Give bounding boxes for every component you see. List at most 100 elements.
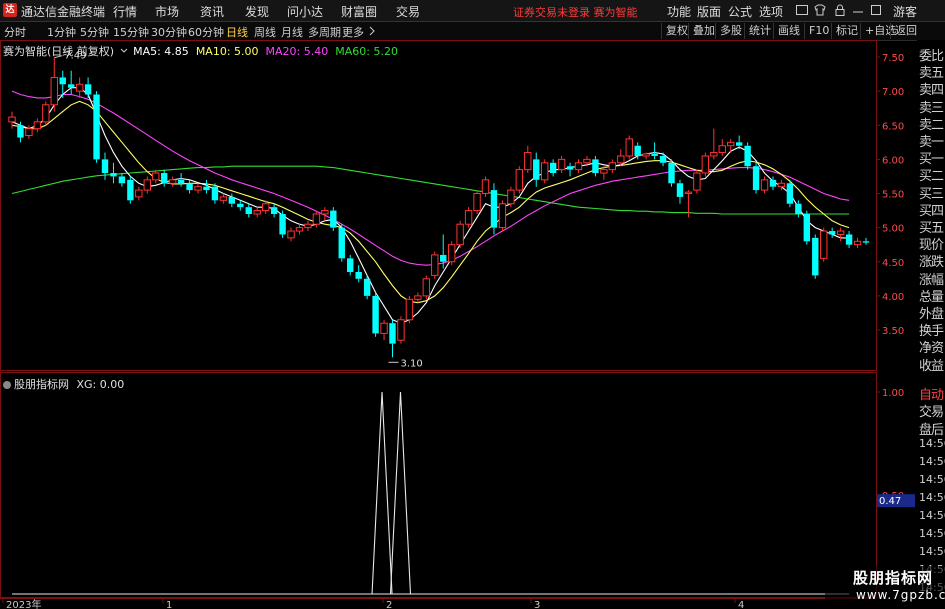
ma5-path — [11, 87, 850, 324]
skin-icon[interactable] — [813, 3, 827, 17]
candle-body — [177, 179, 185, 184]
menu-trade[interactable]: 交易 — [396, 3, 420, 20]
f10-button[interactable]: F10 — [804, 23, 833, 39]
candle — [524, 145, 532, 174]
current-value-label: 0.47 — [879, 496, 901, 507]
indicator-panel: 1.000.500.47 — [12, 388, 915, 595]
candle-body — [143, 179, 151, 191]
candle-body — [718, 145, 726, 154]
period-more[interactable]: 更多 — [342, 24, 364, 40]
menu-quotes[interactable]: 行情 — [113, 3, 137, 20]
candle-body — [422, 278, 431, 297]
trade-time: 14:56 — [919, 455, 945, 468]
menu-options[interactable]: 选项 — [759, 3, 783, 20]
window-icon[interactable] — [795, 3, 809, 17]
candle-body — [625, 138, 633, 157]
sub-tick-label: 1.00 — [882, 388, 904, 399]
quote-field-label: 买五 — [919, 221, 944, 236]
candle-body — [710, 152, 718, 157]
mark-button[interactable]: 标记 — [831, 23, 862, 39]
candle — [245, 203, 252, 218]
candle-body — [389, 323, 396, 344]
candle — [507, 186, 515, 208]
menu-wealth[interactable]: 财富圈 — [341, 3, 377, 20]
candle-body — [194, 186, 202, 191]
candle-body — [735, 142, 743, 146]
quote-field-label: 现价 — [919, 238, 944, 254]
trade-tab[interactable]: 盘后 — [919, 419, 944, 438]
candle — [744, 142, 751, 170]
candle — [380, 319, 388, 341]
time-axis: 2023年 1 2 3 4 — [2, 598, 744, 609]
period-timeshare[interactable]: 分时 — [4, 24, 26, 40]
candle — [625, 135, 633, 160]
candle — [67, 70, 75, 95]
candle — [820, 227, 828, 262]
candle-body — [25, 128, 33, 136]
candle-body — [777, 182, 786, 188]
candle-body — [693, 172, 701, 191]
lock-icon[interactable] — [833, 3, 847, 17]
maximize-icon[interactable] — [869, 3, 883, 17]
main-panel-border — [0, 40, 877, 371]
candle-body — [862, 241, 870, 243]
quote-field-label: 涨幅 — [919, 272, 944, 288]
candle-body — [261, 203, 270, 212]
price-tick-label: 6.00 — [882, 155, 904, 166]
period-15min[interactable]: 15分钟 — [113, 24, 149, 40]
period-monthly[interactable]: 月线 — [281, 24, 303, 40]
menu-market[interactable]: 市场 — [155, 3, 179, 20]
period-30min[interactable]: 30分钟 — [151, 24, 187, 40]
candle-body — [405, 298, 414, 321]
candle — [515, 166, 524, 194]
candle — [651, 142, 658, 160]
multi-stock-button[interactable]: 多股 — [715, 23, 746, 39]
menu-formula[interactable]: 公式 — [728, 3, 752, 20]
chevron-right-icon[interactable] — [368, 26, 376, 36]
menu-discover[interactable]: 发现 — [245, 3, 269, 20]
period-multi[interactable]: 多周期 — [308, 24, 341, 40]
ma20-path — [11, 90, 850, 266]
candle — [42, 101, 50, 126]
candle-body — [592, 159, 599, 174]
indicator-toggle-icon[interactable] — [3, 381, 11, 389]
candle-body — [540, 162, 549, 181]
guest-button[interactable]: 游客 — [893, 3, 917, 20]
candle — [828, 227, 836, 238]
period-5min[interactable]: 5分钟 — [80, 24, 109, 40]
candlestick-series: 7.493.10 — [8, 51, 870, 369]
candle-body — [397, 319, 405, 341]
time-tick-label: 1 — [166, 600, 172, 609]
candle — [549, 159, 557, 177]
period-60min[interactable]: 60分钟 — [188, 24, 224, 40]
menu-news[interactable]: 资讯 — [200, 3, 224, 20]
candle-body — [795, 203, 802, 214]
candle-body — [820, 230, 828, 259]
menu-function[interactable]: 功能 — [667, 3, 691, 20]
period-1min[interactable]: 1分钟 — [47, 24, 76, 40]
candle — [845, 231, 853, 249]
trade-tab[interactable]: 交易 — [919, 401, 944, 420]
candle — [389, 319, 396, 358]
quote-field-label: 净资 — [919, 341, 944, 357]
candle-body — [498, 203, 507, 229]
candle — [338, 224, 345, 262]
login-notice[interactable]: 证券交易未登录 赛为智能 — [513, 4, 638, 20]
minimize-icon[interactable] — [851, 3, 865, 17]
menu-layout[interactable]: 版面 — [697, 3, 721, 20]
stats-button[interactable]: 统计 — [744, 23, 775, 39]
period-daily[interactable]: 日线 — [226, 24, 248, 40]
candle-body — [17, 125, 24, 138]
trade-time: 14:56 — [919, 509, 945, 522]
period-weekly[interactable]: 周线 — [254, 24, 276, 40]
back-button[interactable]: 返回 — [890, 23, 921, 39]
quote-field-label: 换手 — [919, 324, 944, 340]
candle — [608, 159, 617, 174]
kline-chart[interactable]: 7.493.10 7.50 7.00 6.50 6.00 5.50 5.00 4.50 4.0… — [0, 40, 917, 609]
candle — [752, 162, 760, 194]
draw-button[interactable]: 画线 — [773, 23, 804, 39]
quote-field-label: 卖一 — [919, 135, 944, 150]
quote-field-label: 外盘 — [919, 307, 944, 322]
menu-ask[interactable]: 问小达 — [287, 3, 323, 20]
chevron-down-icon[interactable] — [120, 46, 128, 56]
